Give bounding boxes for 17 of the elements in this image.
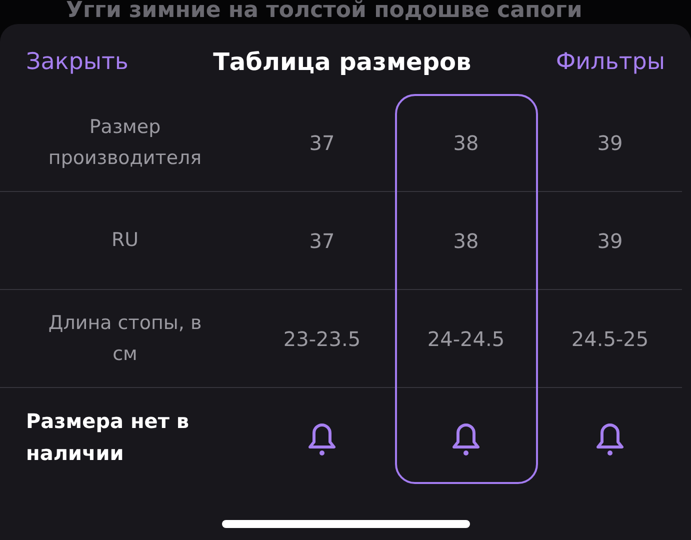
product-title: Угги зимние на толстой подошве сапоги xyxy=(65,0,584,24)
sheet-title: Таблица размеров xyxy=(213,48,472,76)
size-value: 37 xyxy=(309,130,335,154)
size-value: 38 xyxy=(453,130,479,154)
size-value: 38 xyxy=(453,228,479,252)
row-label: Длина стопы, в см xyxy=(47,311,203,366)
size-value: 39 xyxy=(597,228,623,252)
row-label: RU xyxy=(110,228,140,254)
size-value: 37 xyxy=(309,228,335,252)
close-link[interactable]: Закрыть xyxy=(26,49,128,75)
row-label: Размер производителя xyxy=(47,115,203,170)
size-value: 39 xyxy=(597,130,623,154)
row-label: Размера нет в наличии xyxy=(26,408,190,466)
size-value: 23-23.5 xyxy=(283,326,361,350)
size-value: 24.5-25 xyxy=(571,326,649,350)
size-value: 24-24.5 xyxy=(427,326,505,350)
filters-link[interactable]: Фильтры xyxy=(556,49,665,75)
